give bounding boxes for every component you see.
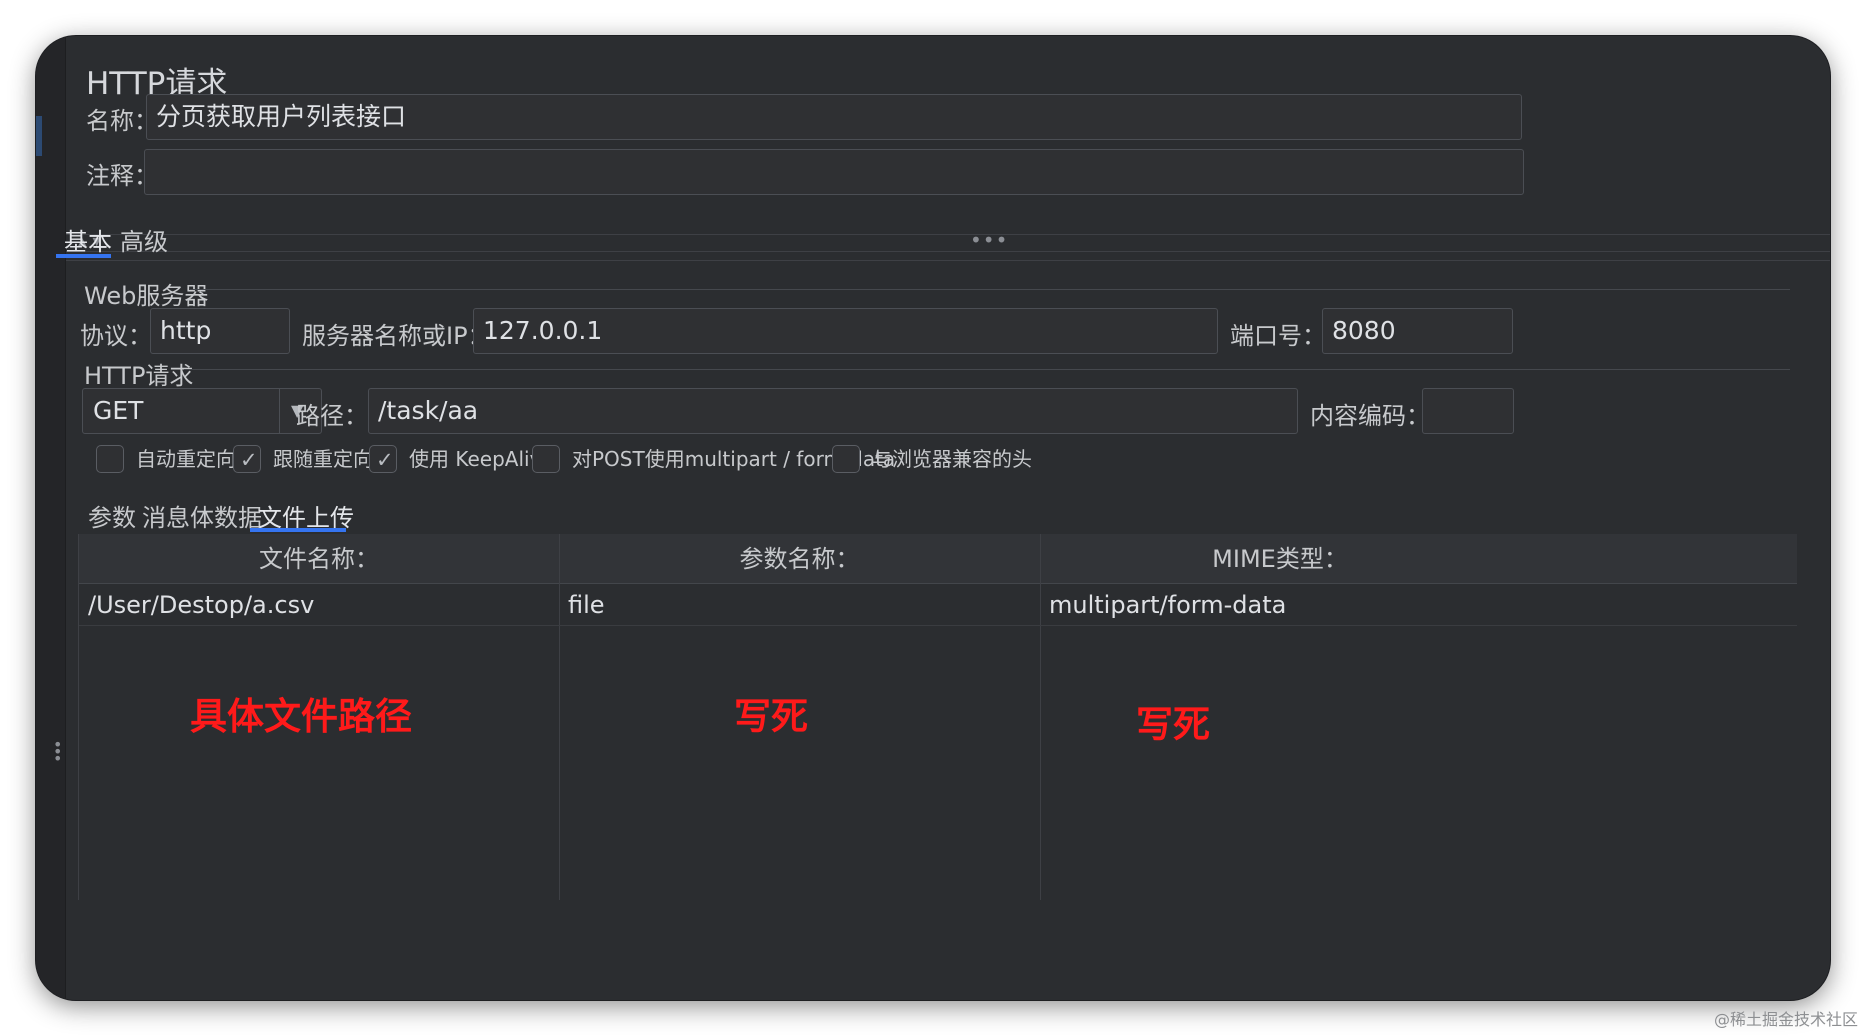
selection-marker [36,116,42,156]
web-server-group-title: Web服务器 [84,282,209,310]
table-row[interactable]: /User/Destop/a.csv file multipart/form-d… [79,584,1797,626]
annotation-file-path: 具体文件路径 [190,695,412,738]
comment-field[interactable] [144,149,1524,195]
http-request-panel: • • • HTTP请求 名称： 分页获取用户列表接口 注释： ▲▼ ••• 基本 … [36,36,1830,1000]
subtab-body-data[interactable]: 消息体数据 [142,498,262,533]
column-header-param-name[interactable]: 参数名称： [559,534,1040,584]
http-request-group-title: HTTP请求 [84,362,194,390]
port-label: 端口号： [1230,322,1326,350]
watermark: @稀土掘金技术社区 [1713,1010,1858,1029]
server-field[interactable]: 127.0.0.1 [473,308,1218,354]
server-label: 服务器名称或IP： [302,322,492,350]
annotation-fixed-mime: 写死 [1136,703,1210,746]
protocol-field[interactable]: http [150,308,290,354]
checkbox-box[interactable] [832,445,860,473]
method-select-divider [279,389,280,433]
annotation-fixed-param: 写死 [734,695,808,738]
protocol-label: 协议： [80,322,152,350]
checkbox-box[interactable] [96,445,124,473]
checkbox-label: 自动重定向 [136,447,236,471]
path-label: 路径： [296,402,368,430]
splitter-bar[interactable]: ▲▼ ••• [66,228,1830,252]
name-field[interactable]: 分页获取用户列表接口 [146,94,1522,140]
column-header-mime-type[interactable]: MIME类型： [1040,534,1520,584]
drag-handle-icon[interactable]: ••• [970,228,1008,252]
tab-basic-underline [56,254,111,258]
method-select[interactable]: GET ▼ [82,388,322,434]
web-server-group-line [190,289,1790,290]
checkbox-box[interactable] [532,445,560,473]
method-select-value: GET [93,396,144,425]
subtab-params[interactable]: 参数 [88,498,136,533]
checkbox-box[interactable]: ✓ [233,445,261,473]
column-header-filename[interactable]: 文件名称： [79,534,559,584]
left-tool-strip: • • • [36,36,66,1000]
tab-bar-divider [66,260,1830,261]
cell-mime-type[interactable]: multipart/form-data [1040,584,1520,626]
checkbox-label: 跟随重定向 [273,447,373,471]
subtab-file-upload-underline [250,528,346,532]
table-header: 文件名称： 参数名称： MIME类型： [79,534,1797,584]
check-icon: ✓ [376,448,394,472]
cell-filename[interactable]: /User/Destop/a.csv [79,584,559,626]
http-request-group-line [184,369,1790,370]
path-field[interactable]: /task/aa [368,388,1298,434]
checkbox-box[interactable]: ✓ [369,445,397,473]
checkbox-label: 与浏览器兼容的头 [872,447,1032,471]
port-field[interactable]: 8080 [1322,308,1513,354]
cell-param-name[interactable]: file [559,584,1040,626]
encoding-field[interactable] [1422,388,1514,434]
tab-advanced[interactable]: 高级 [120,222,168,257]
check-icon: ✓ [240,448,258,472]
more-vertical-icon[interactable]: • • • [53,737,62,767]
tab-basic[interactable]: 基本 [64,222,112,257]
encoding-label: 内容编码： [1310,402,1430,430]
